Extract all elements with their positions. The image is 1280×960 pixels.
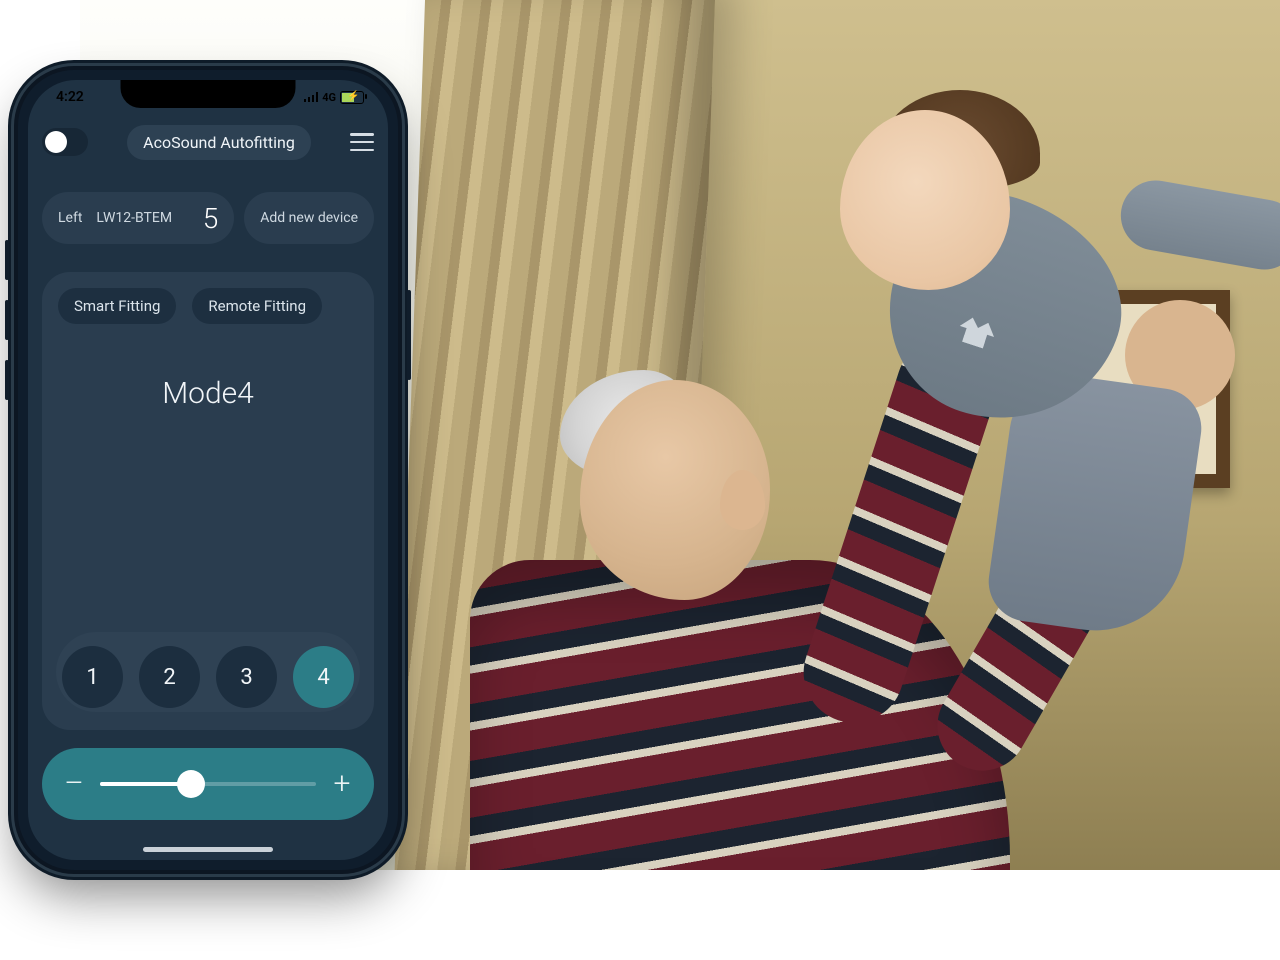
status-time: 4:22 (56, 89, 84, 105)
menu-icon[interactable] (350, 133, 374, 151)
device-side: Left (58, 210, 82, 226)
network-label: 4G (322, 91, 336, 104)
mode-selector: 1 2 3 4 (56, 632, 360, 712)
volume-track[interactable] (100, 782, 316, 786)
power-toggle[interactable] (42, 128, 88, 156)
volume-plus-button[interactable]: + (330, 769, 354, 799)
mode-button-4[interactable]: 4 (293, 646, 354, 708)
phone-frame: 4:22 4G ⚡ AcoSound Autofitting Left LW12… (18, 70, 398, 870)
signal-icon (304, 92, 319, 102)
home-indicator[interactable] (143, 847, 273, 852)
tab-remote-fitting[interactable]: Remote Fitting (192, 288, 322, 324)
current-mode-label: Mode4 (58, 376, 358, 411)
fitting-card: Smart Fitting Remote Fitting Mode4 1 2 3… (42, 272, 374, 730)
mode-button-3[interactable]: 3 (216, 646, 277, 708)
volume-slider[interactable]: – + (42, 748, 374, 820)
battery-icon: ⚡ (340, 91, 364, 104)
app-title[interactable]: AcoSound Autofitting (127, 125, 311, 160)
volume-minus-button[interactable]: – (62, 769, 86, 799)
device-chip[interactable]: Left LW12-BTEM 5 (42, 192, 234, 244)
add-device-label: Add new device (260, 210, 358, 226)
tab-smart-fitting[interactable]: Smart Fitting (58, 288, 176, 324)
device-level: 5 (197, 202, 219, 235)
mode-button-2[interactable]: 2 (139, 646, 200, 708)
status-bar: 4:22 4G ⚡ (28, 86, 388, 108)
volume-thumb[interactable] (177, 770, 205, 798)
add-device-button[interactable]: Add new device (244, 192, 374, 244)
device-model: LW12-BTEM (96, 210, 172, 226)
phone-screen: 4:22 4G ⚡ AcoSound Autofitting Left LW12… (28, 80, 388, 860)
mode-button-1[interactable]: 1 (62, 646, 123, 708)
